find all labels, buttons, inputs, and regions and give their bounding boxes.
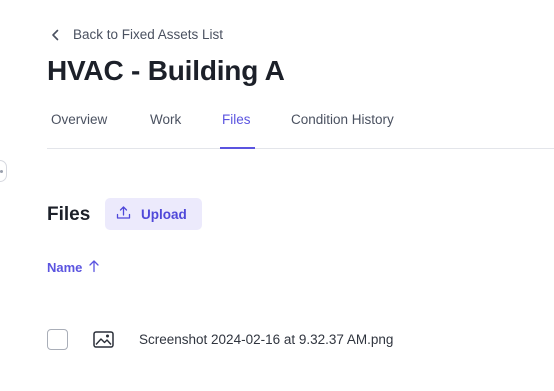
asset-detail-page: Back to Fixed Assets List HVAC - Buildin… — [0, 0, 554, 391]
file-name[interactable]: Screenshot 2024-02-16 at 9.32.37 AM.png — [139, 332, 393, 347]
tab-bar: Overview Work Files Condition History — [47, 104, 554, 149]
image-icon — [93, 330, 114, 348]
name-column-label: Name — [47, 260, 83, 275]
back-link-label: Back to Fixed Assets List — [73, 27, 224, 42]
chevron-left-icon — [51, 29, 60, 41]
arrow-up-icon — [88, 259, 100, 276]
upload-icon — [116, 205, 131, 223]
tab-condition-history[interactable]: Condition History — [291, 112, 394, 127]
page-title: HVAC - Building A — [47, 55, 285, 86]
back-to-list-link[interactable]: Back to Fixed Assets List — [51, 27, 223, 42]
upload-button-label: Upload — [141, 206, 187, 222]
sidebar-collapse-handle[interactable] — [0, 160, 7, 182]
upload-button[interactable]: Upload — [105, 198, 202, 230]
files-section-heading: Files — [47, 204, 91, 225]
tab-files[interactable]: Files — [220, 112, 254, 149]
tab-overview[interactable]: Overview — [51, 112, 107, 127]
name-column-header[interactable]: Name — [47, 259, 100, 276]
file-list-item[interactable]: Screenshot 2024-02-16 at 9.32.37 AM.png — [47, 326, 554, 352]
tab-work[interactable]: Work — [150, 112, 181, 127]
file-select-checkbox[interactable] — [47, 329, 68, 350]
